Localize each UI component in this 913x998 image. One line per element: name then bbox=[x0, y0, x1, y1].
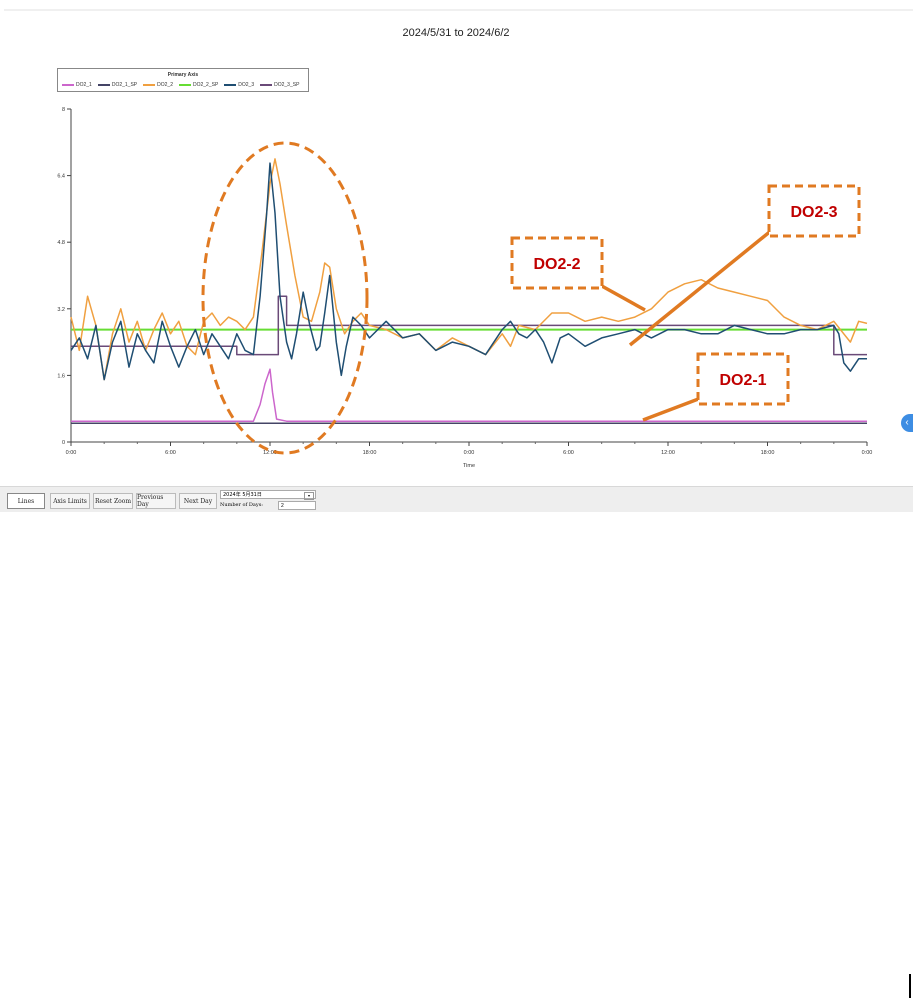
legend-label: DO2_2_SP bbox=[192, 82, 219, 88]
callout-label: DO2-1 bbox=[719, 372, 766, 389]
days-label: Number of Days: bbox=[220, 502, 263, 508]
y-tick-label: 3.2 bbox=[57, 307, 65, 313]
callout-pointer bbox=[642, 396, 702, 422]
legend-swatch bbox=[260, 84, 273, 86]
legend-swatch bbox=[178, 84, 191, 86]
legend-label: DO2_3_SP bbox=[274, 82, 300, 88]
legend-item: DO2_2_SP bbox=[178, 82, 219, 88]
y-tick-label: 0 bbox=[62, 440, 65, 446]
legend-items: DO2_1 DO2_1_SP DO2_2 DO2_2_SP DO2_3 DO2_3_SP bbox=[62, 82, 299, 88]
legend-item: DO2_2 bbox=[143, 82, 173, 88]
y-tick-label: 6.4 bbox=[57, 174, 65, 180]
legend-label: DO2_1 bbox=[76, 82, 92, 88]
legend-item: DO2_3_SP bbox=[260, 82, 299, 88]
x-tick-label: 0:00 bbox=[464, 450, 475, 456]
callout-pointer bbox=[599, 283, 646, 312]
y-tick-label: 8 bbox=[62, 107, 65, 113]
series-do2-3-line bbox=[70, 162, 867, 381]
lines-button[interactable]: Lines bbox=[7, 493, 45, 509]
highlight-ellipse bbox=[201, 141, 369, 455]
date-picker[interactable]: 2024年 5月31日 ▾ bbox=[220, 490, 316, 500]
previous-day-button[interactable]: Previous Day bbox=[136, 493, 176, 509]
callout-label: DO2-3 bbox=[790, 204, 837, 221]
y-tick-label: 1.6 bbox=[57, 373, 65, 379]
next-day-button[interactable]: Next Day bbox=[179, 493, 217, 509]
legend-label: DO2_1_SP bbox=[111, 82, 138, 88]
legend-title: Primary Axis bbox=[167, 72, 199, 78]
legend-swatch bbox=[97, 84, 110, 86]
x-axis-label: Time bbox=[463, 463, 475, 469]
reset-zoom-button[interactable]: Reset Zoom bbox=[93, 493, 133, 509]
calendar-dropdown-icon[interactable]: ▾ bbox=[304, 492, 314, 500]
legend-swatch bbox=[143, 84, 156, 86]
x-tick-label: 18:00 bbox=[363, 450, 377, 456]
legend-swatch bbox=[62, 84, 74, 86]
legend-item: DO2_3 bbox=[224, 82, 254, 88]
x-tick-label: 0:00 bbox=[862, 450, 873, 456]
legend-item: DO2_1 bbox=[62, 82, 92, 88]
window-edge bbox=[909, 974, 911, 998]
callout-pointer bbox=[628, 228, 774, 347]
x-tick-label: 12:00 bbox=[661, 450, 675, 456]
days-input[interactable]: 2 bbox=[278, 501, 316, 510]
legend-label: DO2_3 bbox=[238, 82, 255, 88]
axis-limits-button[interactable]: Axis Limits bbox=[50, 493, 90, 509]
date-value: 2024年 5月31日 bbox=[223, 492, 262, 498]
x-tick-label: 6:00 bbox=[165, 450, 176, 456]
legend-label: DO2_2 bbox=[157, 82, 173, 88]
chart-title: 2024/5/31 to 2024/6/2 bbox=[402, 27, 509, 39]
legend: Primary Axis DO2_1 DO2_1_SP DO2_2 DO2_2_SP D… bbox=[57, 68, 309, 92]
x-tick-label: 18:00 bbox=[761, 450, 775, 456]
x-tick-label: 0:00 bbox=[66, 450, 77, 456]
x-tick-label: 6:00 bbox=[563, 450, 574, 456]
chart-area: 2024/5/31 to 2024/6/2 0 1.6 3.2 4.8 6.4 8 0:00 6… bbox=[0, 0, 913, 486]
y-tick-label: 4.8 bbox=[57, 240, 65, 246]
callout-label: DO2-2 bbox=[533, 256, 580, 273]
bottom-toolbar: Lines Axis Limits Reset Zoom Previous Da… bbox=[0, 486, 913, 998]
legend-item: DO2_1_SP bbox=[97, 82, 138, 88]
legend-swatch bbox=[224, 84, 237, 86]
collapse-arrow-icon[interactable]: ‹ bbox=[901, 414, 913, 432]
